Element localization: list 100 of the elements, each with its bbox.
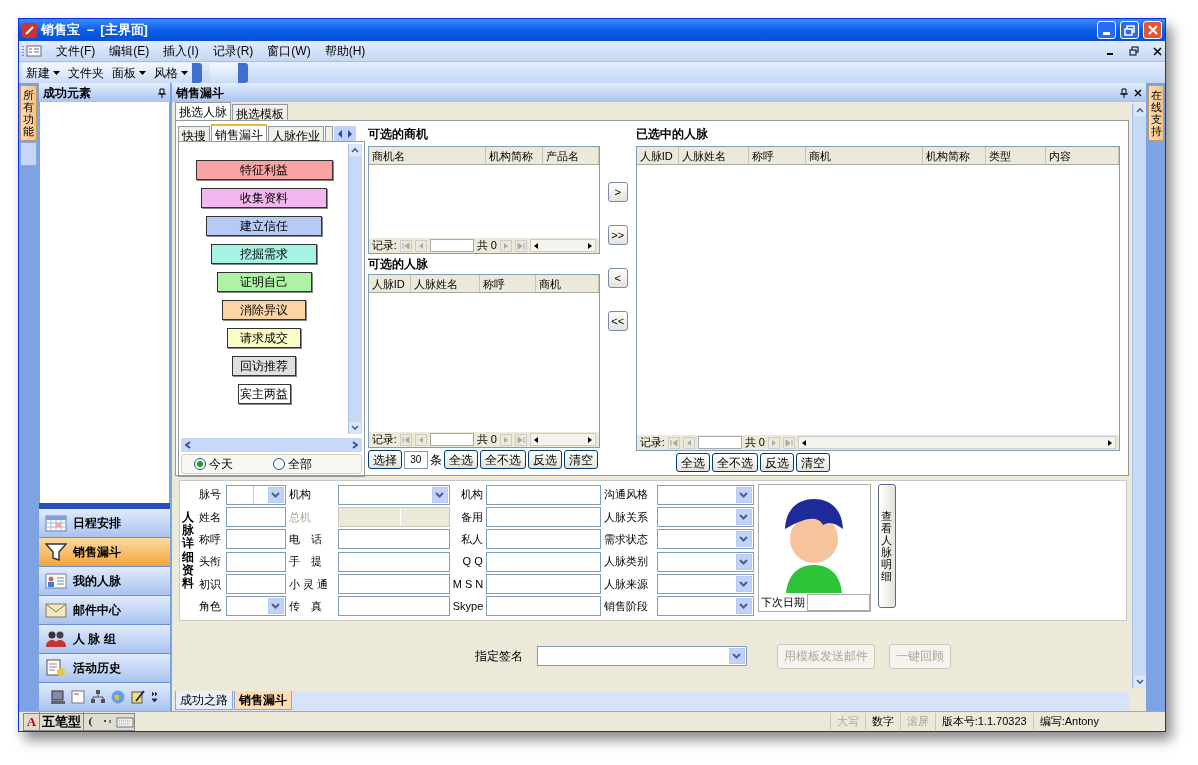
navigation-button[interactable]: 活动历史 (38, 654, 170, 683)
dropdown-field[interactable] (656, 507, 754, 527)
scroll-up-icon[interactable] (1133, 104, 1146, 116)
first-record-button[interactable] (399, 433, 412, 446)
previous-record-button[interactable] (414, 239, 427, 252)
button[interactable]: 全选 (443, 450, 478, 469)
transfer-button[interactable]: >> (607, 225, 628, 245)
text-field[interactable] (485, 573, 601, 594)
column-header[interactable]: 人脉ID (636, 147, 679, 164)
column-header[interactable]: 类型 (985, 147, 1046, 164)
menu-item[interactable]: 文件(F) (56, 42, 96, 60)
dropdown-field[interactable] (656, 573, 754, 594)
scrollbar[interactable] (347, 144, 362, 434)
restore-icon[interactable] (1129, 46, 1139, 56)
navigation-button[interactable]: 我的人脉 (38, 567, 170, 596)
button[interactable]: 清空 (795, 453, 830, 472)
dropdown-arrow-button[interactable] (735, 553, 752, 570)
text-field[interactable] (225, 529, 286, 550)
menu-item[interactable]: 编辑(E) (109, 42, 150, 60)
text-field[interactable] (225, 573, 286, 594)
record-number-field[interactable] (429, 239, 474, 252)
scroll-down-icon[interactable] (1133, 676, 1146, 688)
pin-icon[interactable] (157, 87, 166, 98)
dropdown-arrow-button[interactable] (735, 486, 752, 503)
menu-item[interactable]: 窗口(W) (267, 42, 311, 60)
pin-icon[interactable] (1120, 87, 1129, 98)
next-record-button[interactable] (500, 433, 512, 446)
tab[interactable]: 挑选人脉 (174, 102, 231, 120)
funnel-stage-button[interactable]: 回访推荐 (232, 356, 296, 376)
funnel-stage-button[interactable]: 消除异议 (222, 300, 307, 320)
text-field[interactable] (337, 596, 450, 617)
toolbar-button[interactable]: 文件夹 (68, 63, 104, 82)
button[interactable]: 选择 (367, 450, 402, 469)
toolbar-overflow-icon[interactable] (238, 62, 248, 83)
column-header[interactable]: 人脉姓名 (410, 275, 480, 292)
close-icon[interactable] (1153, 46, 1162, 56)
column-header[interactable]: 机构简称 (485, 147, 543, 164)
close-icon[interactable] (1134, 88, 1143, 97)
tab[interactable]: 人脉作业 (267, 126, 324, 141)
column-header[interactable]: 商机名 (368, 147, 486, 164)
toolbar-button[interactable]: 风格 (154, 63, 188, 82)
tab[interactable]: 销售漏斗 (210, 124, 267, 141)
dropdown-field[interactable] (656, 596, 754, 617)
menu-item[interactable]: 帮助(H) (324, 42, 366, 60)
dropdown-arrow-button[interactable] (728, 648, 745, 664)
side-tab[interactable]: 在线支持 (1148, 85, 1164, 142)
close-button[interactable] (1143, 21, 1162, 39)
dropdown-arrow-button[interactable] (735, 598, 752, 615)
button[interactable]: 全不选 (479, 450, 526, 469)
column-header[interactable]: 称呼 (748, 147, 806, 164)
date-field[interactable] (806, 593, 870, 611)
column-header[interactable]: 商机 (805, 147, 923, 164)
column-header[interactable]: 产品名 (542, 147, 599, 164)
radio-option[interactable]: 全部 (272, 455, 312, 473)
transfer-button[interactable]: << (607, 311, 628, 331)
button[interactable]: 清空 (563, 450, 598, 469)
text-field[interactable] (337, 551, 450, 572)
radio-option[interactable]: 今天 (193, 455, 233, 473)
first-record-button[interactable] (667, 436, 680, 449)
tab[interactable]: 快搜 (177, 126, 210, 141)
dropdown-arrow-button[interactable] (267, 486, 284, 503)
horizontal-scrollbar[interactable] (530, 433, 596, 446)
document-menu-icon[interactable] (22, 44, 42, 58)
minimize-button[interactable] (1097, 21, 1116, 39)
funnel-stage-button[interactable]: 建立信任 (206, 216, 323, 236)
pencil-note-icon[interactable] (130, 689, 147, 705)
transfer-button[interactable]: > (607, 182, 628, 202)
toolbar-button[interactable]: 新建 (26, 63, 60, 82)
funnel-stage-button[interactable]: 特征利益 (195, 160, 333, 180)
side-tab[interactable]: 所有功能 (20, 85, 38, 142)
button[interactable]: 反选 (759, 453, 794, 472)
dropdown-field[interactable] (656, 484, 754, 505)
next-record-button[interactable] (500, 239, 512, 252)
toolbar-overflow-icon[interactable] (192, 62, 202, 83)
dropdown-field[interactable] (656, 529, 754, 550)
funnel-stage-button[interactable]: 请求成交 (227, 328, 302, 348)
next-record-button[interactable] (768, 436, 780, 449)
dropdown-field[interactable] (225, 596, 286, 617)
navigation-button[interactable]: 邮件中心 (38, 596, 170, 625)
button[interactable]: 全不选 (711, 453, 758, 472)
horizontal-scrollbar[interactable] (798, 436, 1116, 449)
dropdown-arrow-button[interactable] (735, 509, 752, 525)
keyboard-icon[interactable] (116, 714, 134, 729)
tab-scroll-button[interactable] (333, 126, 356, 141)
scroll-down-icon[interactable] (349, 422, 362, 434)
tab[interactable]: 成功之路 (174, 691, 233, 710)
maximize-button[interactable] (1120, 21, 1139, 39)
column-header[interactable]: 机构简称 (922, 147, 986, 164)
funnel-stage-button[interactable]: 挖掘需求 (211, 244, 317, 264)
dropdown-field[interactable] (337, 484, 450, 505)
text-field[interactable] (485, 596, 601, 617)
dropdown-field[interactable] (225, 484, 286, 505)
menu-item[interactable]: 记录(R) (212, 42, 254, 60)
scrollbar[interactable] (1132, 104, 1147, 688)
previous-record-button[interactable] (682, 436, 695, 449)
record-number-field[interactable] (429, 433, 474, 446)
previous-record-button[interactable] (414, 433, 427, 446)
horizontal-scrollbar[interactable] (530, 239, 596, 252)
menu-item[interactable]: 插入(I) (163, 42, 199, 60)
text-field[interactable] (225, 507, 286, 527)
